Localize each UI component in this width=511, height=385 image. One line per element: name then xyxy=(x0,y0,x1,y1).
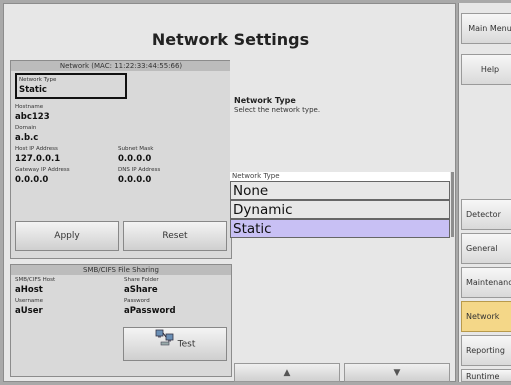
share-folder-field[interactable]: aShare xyxy=(124,285,158,295)
main-menu-button[interactable]: Main Menu xyxy=(461,13,511,44)
sidebar-item-detector[interactable]: Detector xyxy=(461,199,511,230)
test-button-label: Test xyxy=(177,339,196,350)
help-button[interactable]: Help xyxy=(461,54,511,85)
sidebar-item-general[interactable]: General xyxy=(461,233,511,264)
username-field[interactable]: aUser xyxy=(15,306,43,316)
reset-button[interactable]: Reset xyxy=(123,221,227,251)
option-static[interactable]: Static xyxy=(230,219,450,238)
network-panel: Network (MAC: 11:22:33:44:55:66) Network… xyxy=(10,60,232,259)
dns-field[interactable]: 0.0.0.0 xyxy=(118,175,151,185)
arrow-up-icon: ▲ xyxy=(283,368,291,378)
hostname-field[interactable]: abc123 xyxy=(15,112,50,122)
network-type-value: Static xyxy=(19,85,47,95)
host-ip-label: Host IP Address xyxy=(15,146,58,152)
dropdown-scrollbar[interactable] xyxy=(451,172,454,237)
scroll-up-button[interactable]: ▲ xyxy=(234,363,340,382)
sidebar: Main Menu Help Detector General Maintena… xyxy=(458,3,511,382)
option-dynamic[interactable]: Dynamic xyxy=(230,200,450,219)
dropdown-label: Network Type xyxy=(230,172,450,181)
network-type-label: Network Type xyxy=(19,77,57,83)
scroll-down-button[interactable]: ▼ xyxy=(344,363,450,382)
test-button[interactable]: Test xyxy=(123,327,227,361)
username-label: Username xyxy=(15,298,44,304)
subnet-field[interactable]: 0.0.0.0 xyxy=(118,154,151,164)
sidebar-item-reporting[interactable]: Reporting xyxy=(461,335,511,366)
hostname-label: Hostname xyxy=(15,104,44,110)
gateway-label: Gateway IP Address xyxy=(15,167,70,173)
arrow-down-icon: ▼ xyxy=(393,368,401,378)
app-frame: Network Settings Network (MAC: 11:22:33:… xyxy=(0,0,511,385)
option-none[interactable]: None xyxy=(230,181,450,200)
sidebar-item-network[interactable]: Network xyxy=(461,301,511,332)
domain-label: Domain xyxy=(15,125,37,131)
page-title: Network Settings xyxy=(151,30,310,49)
network-test-icon xyxy=(155,328,175,360)
network-panel-header: Network (MAC: 11:22:33:44:55:66) xyxy=(11,61,231,71)
apply-button[interactable]: Apply xyxy=(15,221,119,251)
smb-host-field[interactable]: aHost xyxy=(15,285,43,295)
smb-panel-header: SMB/CIFS File Sharing xyxy=(11,265,231,275)
host-ip-field[interactable]: 127.0.0.1 xyxy=(15,154,60,164)
smb-panel: SMB/CIFS File Sharing SMB/CIFS Host aHos… xyxy=(10,264,232,377)
sidebar-item-maintenance[interactable]: Maintenance xyxy=(461,267,511,298)
sidebar-item-runtime[interactable]: Runtime xyxy=(461,369,511,382)
domain-field[interactable]: a.b.c xyxy=(15,133,38,143)
password-label: Password xyxy=(124,298,150,304)
info-panel: Network Type Select the network type. xyxy=(230,56,448,172)
dns-label: DNS IP Address xyxy=(118,167,161,173)
smb-host-label: SMB/CIFS Host xyxy=(15,277,56,283)
share-folder-label: Share Folder xyxy=(124,277,159,283)
password-field[interactable]: aPassword xyxy=(124,306,176,316)
info-title: Network Type xyxy=(234,96,296,105)
network-type-field[interactable]: Network Type Static xyxy=(15,73,127,99)
subnet-label: Subnet Mask xyxy=(118,146,154,152)
info-description: Select the network type. xyxy=(234,106,321,114)
gateway-field[interactable]: 0.0.0.0 xyxy=(15,175,48,185)
